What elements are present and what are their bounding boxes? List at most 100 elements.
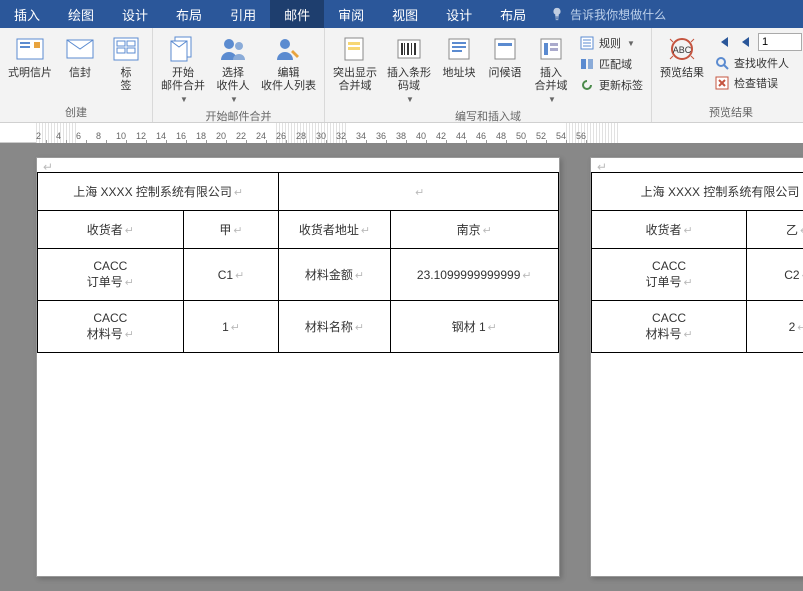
recipient-label-cell[interactable]: 收货者↵ (592, 211, 747, 249)
tab-mailings[interactable]: 邮件 (270, 0, 324, 28)
insert-merge-field-label: 插入 合并域 (535, 67, 568, 93)
amount-label-cell[interactable]: 材料金额↵ (279, 249, 390, 301)
labels-icon (110, 33, 142, 65)
postcard-icon (14, 33, 46, 65)
recipient-label-cell[interactable]: 收货者↵ (38, 211, 184, 249)
ribbon-tabs: 插入 绘图 设计 布局 引用 邮件 审阅 视图 设计 布局 告诉我你想做什么 (0, 0, 803, 28)
rules-label: 规则 (599, 35, 621, 51)
update-labels-icon (579, 77, 595, 93)
rules-icon (579, 35, 595, 51)
document-page-1[interactable]: ↵ 上海 XXXX 控制系统有限公司↵ ↵ 收货者↵ 甲↵ 收货者地址↵ 南京↵… (36, 157, 560, 577)
address-value-cell[interactable]: 南京↵ (390, 211, 558, 249)
horizontal-ruler[interactable]: document.write(Array.from({length:28},(_… (0, 123, 803, 143)
paragraph-mark: ↵ (591, 158, 803, 172)
edit-recipients-button[interactable]: 编辑 收件人列表 (257, 31, 320, 95)
select-recipients-label: 选择 收件人 (217, 67, 250, 93)
preview-results-label: 预览结果 (660, 67, 704, 80)
address-block-label: 地址块 (443, 67, 476, 80)
barcode-label: 插入条形 码域 (387, 67, 431, 93)
tab-draw[interactable]: 绘图 (54, 0, 108, 28)
table-title-cell[interactable]: 上海 XXXX 控制系统有限公司↵ (38, 173, 279, 211)
chevron-down-icon: ▼ (230, 95, 238, 104)
tab-view[interactable]: 视图 (378, 0, 432, 28)
record-number-input[interactable] (758, 33, 802, 51)
check-errors-button[interactable]: 检查错误 (710, 73, 803, 93)
material-name-label-cell[interactable]: 材料名称↵ (279, 301, 390, 353)
recipient-value-cell[interactable]: 乙↵ (747, 211, 803, 249)
order-label-cell[interactable]: CACC 订单号↵ (38, 249, 184, 301)
insert-merge-field-icon (535, 33, 567, 65)
tell-me-label: 告诉我你想做什么 (570, 6, 666, 23)
highlight-fields-label: 突出显示 合并域 (333, 67, 377, 93)
table-title-cell[interactable]: 上海 XXXX 控制系统有限公司 (592, 173, 803, 211)
start-merge-button[interactable]: 开始 邮件合并 ▼ (157, 31, 209, 106)
group-create-label: 创建 (4, 102, 148, 122)
check-errors-icon (714, 75, 730, 91)
barcode-button[interactable]: 插入条形 码域▼ (383, 31, 435, 106)
material-value-cell[interactable]: 1↵ (183, 301, 279, 353)
rules-button[interactable]: 规则 ▼ (575, 33, 647, 53)
address-block-button[interactable]: 地址块 (437, 31, 481, 82)
material-label-cell[interactable]: CACC 材料号↵ (38, 301, 184, 353)
envelope-icon (64, 33, 96, 65)
material-name-value-cell[interactable]: 钢材 1↵ (390, 301, 558, 353)
prev-record-button[interactable] (736, 33, 754, 51)
chevron-down-icon: ▼ (548, 95, 556, 104)
group-preview-label: 预览结果 (656, 102, 803, 122)
preview-results-button[interactable]: ABC 预览结果 (656, 31, 708, 82)
update-labels-button[interactable]: 更新标签 (575, 75, 647, 95)
order-value-cell[interactable]: C2↵ (747, 249, 803, 301)
labels-button[interactable]: 标 签 (104, 31, 148, 95)
address-label-cell[interactable]: 收货者地址↵ (279, 211, 390, 249)
amount-value-cell[interactable]: 23.1099999999999↵ (390, 249, 558, 301)
greeting-line-button[interactable]: 问候语 (483, 31, 527, 82)
document-canvas[interactable]: ↵ 上海 XXXX 控制系统有限公司↵ ↵ 收货者↵ 甲↵ 收货者地址↵ 南京↵… (0, 143, 803, 591)
update-labels-label: 更新标签 (599, 77, 643, 93)
order-label-cell[interactable]: CACC 订单号↵ (592, 249, 747, 301)
material-label-cell[interactable]: CACC 材料号↵ (592, 301, 747, 353)
ribbon: 式明信片 信封 标 签 创建 开始 邮件合并 ▼ 选择 收件人 ▼ (0, 28, 803, 123)
match-fields-icon (579, 56, 595, 72)
lightbulb-icon (550, 7, 564, 21)
tab-references[interactable]: 引用 (216, 0, 270, 28)
match-fields-button[interactable]: 匹配域 (575, 54, 647, 74)
chevron-down-icon: ▼ (627, 39, 635, 48)
merge-table[interactable]: 上海 XXXX 控制系统有限公司↵ ↵ 收货者↵ 甲↵ 收货者地址↵ 南京↵ C… (37, 172, 559, 353)
start-merge-icon (167, 33, 199, 65)
recipient-value-cell[interactable]: 甲↵ (183, 211, 279, 249)
highlight-fields-icon (339, 33, 371, 65)
envelope-button[interactable]: 信封 (58, 31, 102, 82)
tell-me-search[interactable]: 告诉我你想做什么 (540, 0, 803, 28)
paragraph-mark: ↵ (37, 158, 559, 172)
select-recipients-button[interactable]: 选择 收件人 ▼ (211, 31, 255, 106)
edit-recipients-label: 编辑 收件人列表 (261, 67, 316, 93)
tab-layout[interactable]: 布局 (162, 0, 216, 28)
start-merge-label: 开始 邮件合并 (161, 67, 205, 93)
chevron-down-icon: ▼ (180, 95, 188, 104)
find-recipient-icon (714, 55, 730, 71)
postcard-button[interactable]: 式明信片 (4, 31, 56, 82)
document-page-2[interactable]: ↵ 上海 XXXX 控制系统有限公司 收货者↵ 乙↵ CACC 订单号↵ C2↵… (590, 157, 803, 577)
order-value-cell[interactable]: C1↵ (183, 249, 279, 301)
table-empty-cell[interactable]: ↵ (279, 173, 559, 211)
tab-insert[interactable]: 插入 (0, 0, 54, 28)
check-errors-label: 检查错误 (734, 75, 778, 91)
barcode-icon (393, 33, 425, 65)
preview-results-icon: ABC (666, 33, 698, 65)
insert-merge-field-button[interactable]: 插入 合并域 ▼ (529, 31, 573, 106)
merge-table-2[interactable]: 上海 XXXX 控制系统有限公司 收货者↵ 乙↵ CACC 订单号↵ C2↵ C… (591, 172, 803, 353)
first-record-button[interactable] (714, 33, 732, 51)
labels-label: 标 签 (121, 67, 132, 93)
tab-design-2[interactable]: 设计 (432, 0, 486, 28)
tab-layout-2[interactable]: 布局 (486, 0, 540, 28)
postcard-label: 式明信片 (8, 67, 52, 80)
find-recipient-button[interactable]: 查找收件人 (710, 53, 803, 73)
material-value-cell[interactable]: 2↵ (747, 301, 803, 353)
highlight-fields-button[interactable]: 突出显示 合并域 (329, 31, 381, 95)
edit-recipients-icon (273, 33, 305, 65)
tab-review[interactable]: 审阅 (324, 0, 378, 28)
find-recipient-label: 查找收件人 (734, 55, 789, 71)
envelope-label: 信封 (69, 67, 91, 80)
tab-design[interactable]: 设计 (108, 0, 162, 28)
greeting-line-icon (489, 33, 521, 65)
